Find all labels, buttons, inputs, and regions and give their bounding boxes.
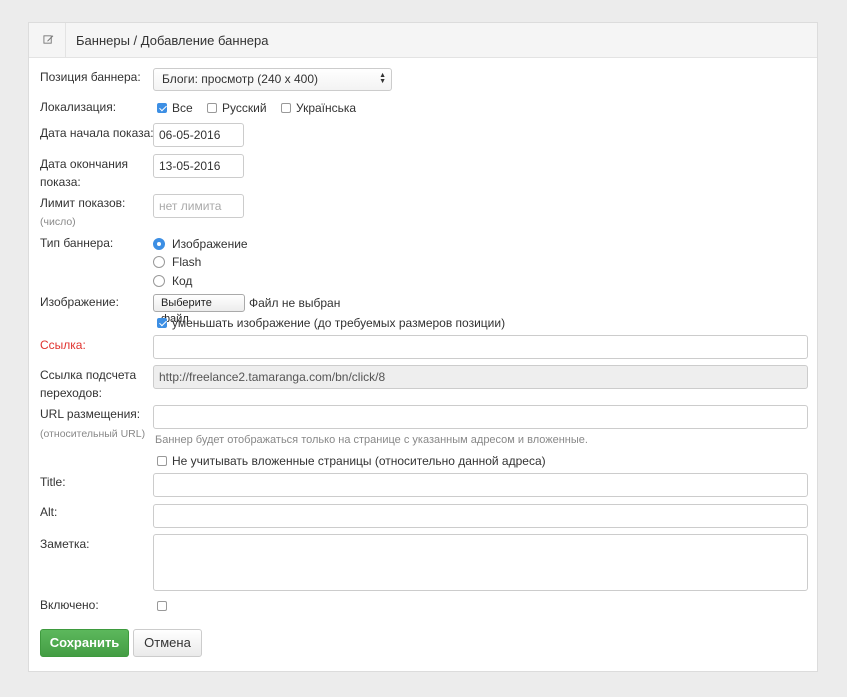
type-image-label: Изображение	[172, 237, 248, 251]
start-date-input[interactable]: 06-05-2016	[153, 123, 244, 147]
select-arrows-icon: ▲ ▼	[379, 72, 386, 85]
panel-header: Баннеры / Добавление баннера	[29, 23, 817, 58]
locale-all-checkbox[interactable]	[157, 103, 167, 113]
save-button[interactable]: Сохранить	[40, 629, 129, 657]
alt-input[interactable]	[153, 504, 808, 528]
link-input[interactable]	[153, 335, 808, 359]
locale-all-label: Все	[172, 101, 193, 115]
url-input[interactable]	[153, 405, 808, 429]
limit-placeholder: нет лимита	[159, 199, 222, 213]
note-textarea[interactable]	[153, 534, 808, 591]
type-flash-label: Flash	[172, 255, 202, 269]
url-hint: Баннер будет отображаться только на стра…	[155, 434, 588, 446]
url-label: URL размещения:	[40, 407, 141, 421]
position-select[interactable]: Блоги: просмотр (240 x 400) ▲ ▼	[153, 68, 392, 91]
banner-form-panel: Баннеры / Добавление баннера Позиция бан…	[28, 22, 818, 672]
position-select-value: Блоги: просмотр (240 x 400)	[162, 72, 319, 86]
limit-sublabel: (число)	[40, 216, 76, 228]
limit-input[interactable]: нет лимита	[153, 194, 244, 218]
resize-image-checkbox[interactable]	[157, 318, 167, 328]
locale-uk-label: Українська	[296, 101, 357, 115]
limit-label: Лимит показов:	[40, 196, 126, 210]
type-flash-radio[interactable]	[153, 256, 165, 268]
locale-uk-checkbox[interactable]	[281, 103, 291, 113]
link-label: Ссылка:	[40, 338, 86, 352]
click-link-field: http://freelance2.tamaranga.com/bn/click…	[153, 365, 808, 389]
position-label: Позиция баннера:	[40, 70, 141, 84]
type-code-label: Код	[172, 274, 193, 288]
ignore-nested-checkbox[interactable]	[157, 456, 167, 466]
locale-ru-label: Русский	[222, 101, 267, 115]
click-link-label-line2: переходов:	[40, 386, 102, 400]
note-label: Заметка:	[40, 537, 90, 551]
enabled-checkbox[interactable]	[157, 601, 167, 611]
enabled-label: Включено:	[40, 598, 99, 612]
end-date-label-line1: Дата окончания	[40, 157, 129, 171]
end-date-label-line2: показа:	[40, 175, 81, 189]
url-sublabel: (относительный URL)	[40, 428, 146, 440]
file-status: Файл не выбран	[249, 296, 341, 310]
edit-icon	[43, 35, 54, 44]
start-date-label: Дата начала показа:	[40, 126, 154, 140]
ignore-nested-label: Не учитывать вложенные страницы (относит…	[172, 454, 546, 468]
alt-label: Alt:	[40, 505, 58, 519]
image-label: Изображение:	[40, 295, 119, 309]
type-image-radio[interactable]	[153, 238, 165, 250]
locale-label: Локализация:	[40, 100, 117, 114]
page-title: Баннеры / Добавление баннера	[76, 33, 269, 48]
end-date-input[interactable]: 13-05-2016	[153, 154, 244, 178]
title-input[interactable]	[153, 473, 808, 497]
type-code-radio[interactable]	[153, 275, 165, 287]
choose-file-button[interactable]: Выберите файл	[153, 294, 245, 325]
click-link-label-line1: Ссылка подсчета	[40, 368, 137, 382]
cancel-button[interactable]: Отмена	[133, 629, 202, 657]
type-label: Тип баннера:	[40, 236, 114, 250]
resize-image-label: уменьшать изображение (до требуемых разм…	[172, 316, 506, 330]
locale-ru-checkbox[interactable]	[207, 103, 217, 113]
title-label: Title:	[40, 475, 66, 489]
header-divider	[65, 23, 66, 57]
